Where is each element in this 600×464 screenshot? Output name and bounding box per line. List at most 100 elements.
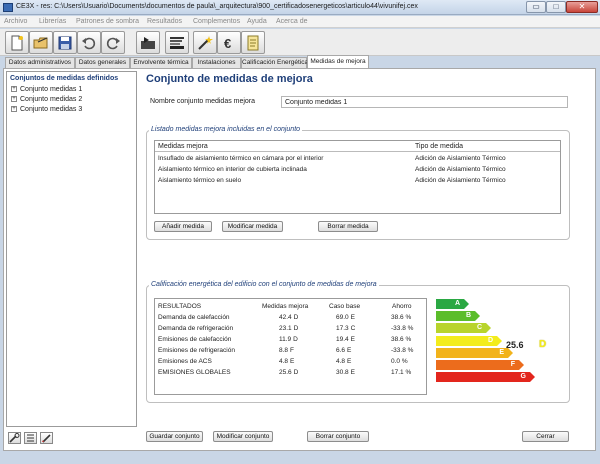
menu-ayuda[interactable]: Ayuda (247, 18, 267, 25)
rating-bar-arrow (530, 372, 535, 382)
set-name-input[interactable] (281, 96, 568, 108)
undo-button[interactable] (77, 31, 101, 54)
add-measure-button[interactable]: Añadir medida (154, 221, 212, 232)
rating-bar-letter: G (520, 373, 526, 380)
results-class-letter: E (350, 369, 355, 376)
pencil-icon (42, 434, 51, 443)
results-value: 0.0 % (391, 358, 408, 365)
rating-bar-arrow (486, 323, 491, 333)
tool-edit-button[interactable] (40, 432, 53, 444)
measure-row-3-type[interactable]: Adición de Aislamiento Térmico (415, 177, 506, 184)
results-value: 8.8 (279, 347, 289, 354)
delete-measure-button[interactable]: Borrar medida (318, 221, 378, 232)
results-cell-saving: -33.8 % (391, 347, 413, 354)
wrench-icon (9, 433, 20, 443)
save-file-button[interactable] (53, 31, 77, 54)
menu-archivo[interactable]: Archivo (4, 18, 27, 25)
svg-text:€: € (224, 36, 231, 51)
results-button[interactable] (165, 31, 189, 54)
maximize-button[interactable]: □ (546, 1, 566, 13)
results-cell-label: Emisiones de calefacción (158, 336, 231, 343)
rating-bar-arrow (497, 336, 502, 346)
results-value: Demanda de calefacción (158, 314, 230, 321)
results-value: 23.1 (279, 325, 292, 332)
rating-bar-a: A (436, 299, 469, 309)
results-value: Demanda de refrigeración (158, 325, 234, 332)
measure-row-1-type[interactable]: Adición de Aislamiento Térmico (415, 155, 506, 162)
results-value: 11.9 (279, 336, 292, 343)
measure-sets-tree (6, 71, 137, 427)
folder-arrow-icon (141, 37, 155, 49)
results-cell-saving: 38.6 % (391, 336, 411, 343)
menu-resultados[interactable]: Resultados (147, 18, 182, 25)
report-button[interactable] (241, 31, 265, 54)
import-button[interactable] (136, 31, 160, 54)
results-class-letter: E (347, 347, 352, 354)
measure-row-3-name[interactable]: Aislamiento térmico en suelo (158, 177, 241, 184)
menu-patrones-de-sombra[interactable]: Patrones de sombra (76, 18, 139, 25)
list-header-divider (155, 151, 560, 152)
expand-icon[interactable]: + (11, 106, 17, 113)
results-value: 69.0 (336, 314, 349, 321)
tree-item-set-2[interactable]: + Conjunto medidas 2 (11, 96, 82, 103)
results-class-letter: E (290, 358, 295, 365)
delete-set-button[interactable]: Borrar conjunto (307, 431, 369, 442)
tab-instalaciones[interactable]: Instalaciones (192, 57, 241, 68)
results-cell-label: Emisiones de refrigeración (158, 347, 235, 354)
results-class-letter: E (347, 358, 352, 365)
tab-calificacion-energetica[interactable]: Calificación Energética (241, 57, 308, 68)
results-value: EMISIONES GLOBALES (158, 369, 231, 376)
results-value: 25.6 (279, 369, 292, 376)
col-header-measure[interactable]: Medidas mejora (158, 143, 208, 150)
open-file-button[interactable] (29, 31, 53, 54)
rating-bar-letter: E (499, 349, 504, 356)
measure-row-2-name[interactable]: Aislamiento térmico en interior de cubie… (158, 166, 307, 173)
rating-bar-f: F (436, 360, 524, 370)
save-set-button[interactable]: Guardar conjunto (146, 431, 203, 442)
close-button[interactable]: Cerrar (522, 431, 569, 442)
modify-measure-button[interactable]: Modificar medida (222, 221, 283, 232)
tool-settings-button[interactable] (8, 432, 21, 444)
document-icon (247, 35, 259, 51)
tree-item-set-1[interactable]: + Conjunto medidas 1 (11, 86, 82, 93)
menu-librerias[interactable]: Librerías (39, 18, 66, 25)
new-file-button[interactable] (5, 31, 29, 54)
results-class-letter: E (350, 314, 355, 321)
rating-bar-arrow (475, 311, 480, 321)
floppy-disk-icon (58, 36, 72, 50)
measure-row-1-name[interactable]: Insuflado de aislamiento térmico en cáma… (158, 155, 323, 162)
redo-button[interactable] (101, 31, 125, 54)
close-window-button[interactable]: ✕ (566, 1, 598, 13)
rating-bar-letter: B (465, 312, 471, 319)
tree-item-set-3[interactable]: + Conjunto medidas 3 (11, 106, 82, 113)
results-cell-base: 6.6 E (336, 347, 351, 354)
results-cell-label: Demanda de refrigeración (158, 325, 233, 332)
tab-medidas-de-mejora[interactable]: Medidas de mejora (307, 55, 369, 69)
expand-icon[interactable]: + (11, 86, 17, 93)
minimize-button[interactable]: ▭ (526, 1, 546, 13)
rating-bar-c: C (436, 323, 491, 333)
rating-bar-b: B (436, 311, 480, 321)
results-class-letter: D (293, 336, 298, 343)
economic-analysis-button[interactable]: € (217, 31, 241, 54)
menu-complementos[interactable]: Complementos (193, 18, 240, 25)
improvement-wand-button[interactable] (193, 31, 217, 54)
modify-set-button[interactable]: Modificar conjunto (213, 431, 273, 442)
tab-envolvente-termica[interactable]: Envolvente térmica (130, 57, 192, 68)
results-value: 38.6 % (391, 314, 412, 321)
tool-list-button[interactable] (24, 432, 37, 444)
results-cell-improved: 42.4 D (279, 314, 298, 321)
magic-wand-icon (198, 36, 213, 50)
tab-datos-administrativos[interactable]: Datos administrativos (5, 57, 75, 68)
results-cell-base: 17.3 C (336, 325, 355, 332)
menu-acerca-de[interactable]: Acerca de (276, 18, 308, 25)
expand-icon[interactable]: + (11, 96, 17, 103)
measure-row-2-type[interactable]: Adición de Aislamiento Térmico (415, 166, 506, 173)
results-cell-improved: 8.8 F (279, 347, 294, 354)
results-class-letter: C (350, 325, 356, 332)
tab-datos-generales[interactable]: Datos generales (75, 57, 130, 68)
results-header-improved: Medidas mejora (262, 303, 309, 310)
results-cell-improved: 23.1 D (279, 325, 298, 332)
col-header-type[interactable]: Tipo de medida (415, 143, 463, 150)
measures-group-legend: Listado medidas mejora incluidas en el c… (149, 126, 303, 133)
